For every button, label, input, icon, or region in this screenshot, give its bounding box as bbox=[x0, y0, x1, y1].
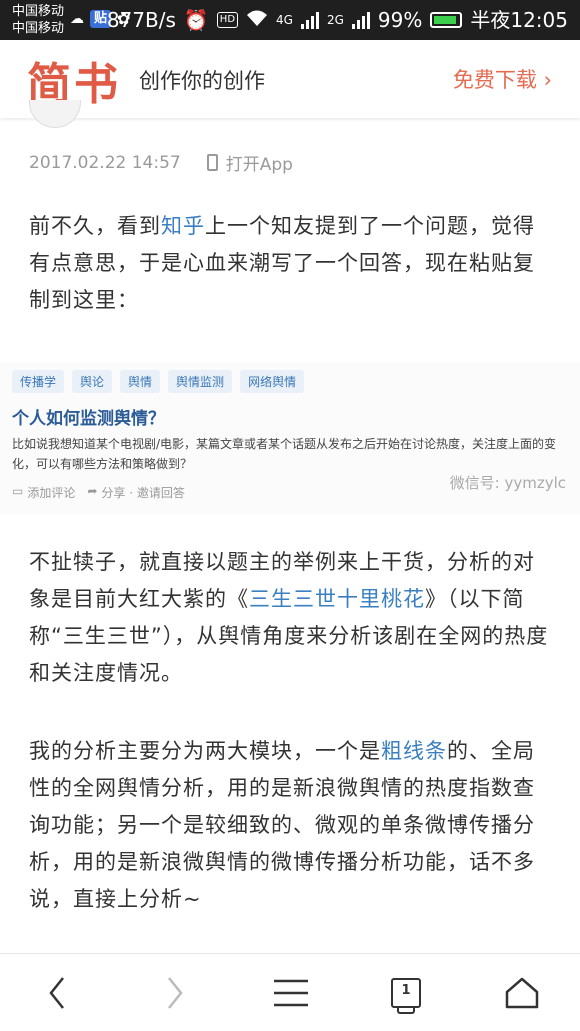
topic-tag: 传播学 bbox=[12, 370, 65, 393]
carrier-info: 中国移动 中国移动 bbox=[12, 3, 64, 37]
question-description: 比如说我想知道某个电视剧/电影，某篇文章或者某个话题从发布之后开始在讨论热度，关… bbox=[12, 437, 557, 471]
article-image[interactable]: 传播学 舆论 舆情 舆情监测 网络舆情 个人如何监测舆情？ 比如说我想知道某个电… bbox=[0, 362, 580, 514]
network-2g-label: 2G bbox=[326, 13, 344, 27]
chevron-right-icon bbox=[168, 977, 183, 1009]
article-paragraph-2: 不扯犊子，就直接以题主的举例来上干货，分析的对象是目前大红大紫的《三生三世十里桃… bbox=[29, 544, 553, 692]
share-label: 分享 · 邀请回答 bbox=[101, 486, 185, 500]
publish-date: 2017.02.22 14:57 bbox=[29, 152, 181, 173]
topic-tag: 舆论 bbox=[72, 370, 113, 393]
download-app-button[interactable]: 免费下载 › bbox=[453, 64, 552, 94]
article-paragraph-3: 我的分析主要分为两大模块，一个是粗线条的、全局性的全网舆情分析，用的是新浪微舆情… bbox=[29, 733, 553, 918]
text-span: 的、全局性的全网舆情分析，用的是新浪微舆情的热度指数查询功能；另一个是较细致的、… bbox=[29, 739, 535, 911]
clock: 半夜12:05 bbox=[470, 8, 568, 32]
author-avatar[interactable] bbox=[29, 100, 81, 128]
slogan: 创作你的创作 bbox=[139, 69, 265, 93]
forward-button[interactable] bbox=[145, 968, 205, 1018]
site-header: 简书 创作你的创作 免费下载 › bbox=[0, 40, 580, 118]
carrier-1: 中国移动 bbox=[12, 4, 65, 19]
menu-icon bbox=[274, 979, 308, 1007]
question-actions: ▭ 添加评论 ➦ 分享 · 邀请回答 bbox=[12, 484, 185, 501]
topic-tag: 网络舆情 bbox=[240, 370, 305, 393]
zhihu-link[interactable]: 知乎 bbox=[161, 214, 205, 238]
signal-4g-icon bbox=[300, 11, 319, 29]
tabs-icon: 1 bbox=[391, 978, 421, 1014]
text-span: 我的分析主要分为两大模块，一个是 bbox=[29, 739, 381, 763]
text-span: 前不久，看到 bbox=[29, 214, 161, 238]
add-comment-label: 添加评论 bbox=[27, 486, 76, 500]
network-speed: 877B/s bbox=[106, 8, 176, 32]
tabs-button[interactable]: 1 bbox=[376, 968, 436, 1018]
hd-icon: HD bbox=[216, 12, 239, 28]
comment-icon: ▭ bbox=[12, 484, 24, 498]
open-app-link[interactable]: 打开App bbox=[206, 150, 293, 175]
back-button[interactable] bbox=[27, 968, 87, 1018]
network-4g-label: 4G bbox=[276, 13, 293, 27]
home-button[interactable] bbox=[492, 968, 552, 1018]
alarm-icon: ⏰ bbox=[183, 8, 209, 32]
wifi-icon bbox=[246, 8, 268, 32]
status-bar: 中国移动 中国移动 ☁ 贴 ✿ 877B/s ⏰ HD 4G 2G 99% 半夜… bbox=[0, 0, 580, 40]
home-icon bbox=[505, 977, 539, 1009]
cuxiantiao-link[interactable]: 粗线条 bbox=[381, 739, 447, 763]
wechat-watermark: 微信号: yymzylc bbox=[449, 474, 566, 492]
topic-tag: 舆情 bbox=[120, 370, 161, 393]
open-app-label: 打开App bbox=[225, 155, 293, 175]
phone-icon bbox=[206, 154, 218, 171]
topic-tags: 传播学 舆论 舆情 舆情监测 网络舆情 bbox=[12, 370, 305, 393]
status-right: 877B/s ⏰ HD 4G 2G 99% 半夜12:05 bbox=[107, 8, 568, 32]
battery-icon bbox=[430, 12, 463, 28]
signal-2g-icon bbox=[351, 11, 370, 29]
browser-bottom-bar: 1 bbox=[0, 953, 580, 1031]
question-title: 个人如何监测舆情？ bbox=[12, 409, 165, 429]
drama-link[interactable]: 三生三世十里桃花 bbox=[249, 587, 425, 611]
menu-button[interactable] bbox=[261, 968, 321, 1018]
cloud-icon: ☁ bbox=[70, 10, 84, 27]
article-meta: 2017.02.22 14:57 打开App bbox=[29, 150, 293, 176]
share-icon: ➦ bbox=[87, 484, 98, 498]
tab-count: 1 bbox=[401, 983, 411, 998]
topic-tag: 舆情监测 bbox=[168, 370, 233, 393]
article-paragraph-1: 前不久，看到知乎上一个知友提到了一个问题，觉得有点意思，于是心血来潮写了一个回答… bbox=[29, 208, 553, 319]
battery-percent: 99% bbox=[377, 8, 423, 32]
carrier-2: 中国移动 bbox=[12, 21, 65, 36]
chevron-left-icon bbox=[49, 977, 64, 1009]
